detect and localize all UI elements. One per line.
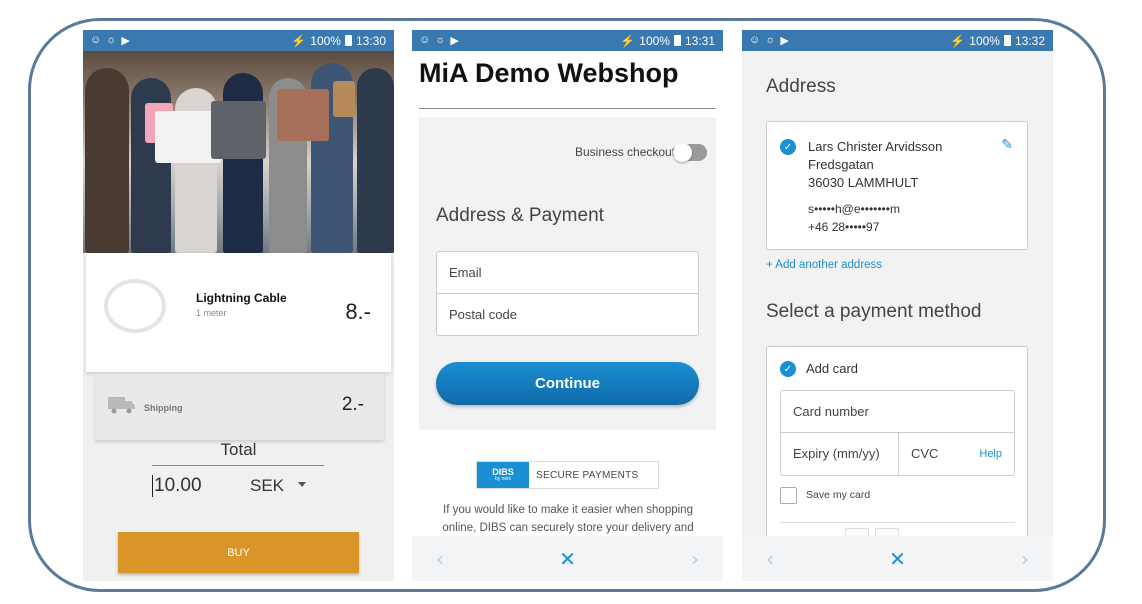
truck-icon xyxy=(108,397,135,414)
phone-cart: ☺ ☼ ▶ ⚡ 100% 13:30 Lightning Cable 1 met… xyxy=(83,30,394,581)
close-icon[interactable]: ✕ xyxy=(889,547,906,571)
save-card-checkbox[interactable] xyxy=(780,487,797,504)
sync-icon: ☼ xyxy=(106,34,117,46)
total-amount-input[interactable]: 10.00 xyxy=(152,475,202,497)
address-card[interactable]: ✓ Lars Christer Arvidsson Fredsgatan 360… xyxy=(766,121,1028,250)
bottom-nav: ‹ ✕ › xyxy=(412,536,723,581)
shop-title: MiA Demo Webshop xyxy=(419,58,679,88)
checkout-panel: Business checkout Address & Payment Emai… xyxy=(419,117,716,430)
forward-arrow-icon[interactable]: › xyxy=(1021,547,1029,571)
signal-icon: ⚡ xyxy=(291,33,307,48)
battery-icon xyxy=(1003,35,1011,46)
buy-button[interactable]: BUY xyxy=(118,532,359,573)
expiry-field[interactable]: Expiry (mm/yy) xyxy=(781,433,899,475)
dibs-info: DIBS by nets SECURE PAYMENTS If you woul… xyxy=(419,432,716,542)
notification-icons: ☺ ☼ ▶ xyxy=(419,34,459,47)
card-divider xyxy=(780,522,1015,523)
shipping-label: Shipping xyxy=(144,403,183,413)
secure-payments-badge: DIBS by nets SECURE PAYMENTS xyxy=(476,461,659,489)
business-checkout-label: Business checkout xyxy=(575,145,676,159)
total-divider xyxy=(152,465,324,466)
back-arrow-icon[interactable]: ‹ xyxy=(436,547,444,571)
play-icon: ▶ xyxy=(780,35,789,47)
toggle-knob xyxy=(673,143,692,162)
address-title: Address xyxy=(766,76,836,97)
edit-pencil-icon[interactable]: ✎ xyxy=(1001,137,1013,153)
signal-icon: ⚡ xyxy=(950,33,966,48)
clock: 13:30 xyxy=(355,33,386,48)
section-title: Address & Payment xyxy=(436,205,604,226)
payment-method-card: ✓ Add card Card number Expiry (mm/yy) CV… xyxy=(766,346,1028,546)
product-price: 8.- xyxy=(345,299,371,324)
address-name: Lars Christer Arvidsson xyxy=(808,139,943,154)
battery-percent: 100% xyxy=(969,33,1000,48)
notification-icons: ☺ ☼ ▶ xyxy=(749,34,789,47)
currency-select[interactable]: SEK xyxy=(250,476,284,496)
dibs-description: If you would like to make it easier when… xyxy=(442,504,694,534)
battery-icon xyxy=(344,35,352,46)
address-street: Fredsgatan xyxy=(808,157,874,172)
status-bar: ☺ ☼ ▶ ⚡ 100% 13:30 xyxy=(83,30,394,51)
card-number-field[interactable]: Card number xyxy=(781,391,1014,433)
clock: 13:31 xyxy=(684,33,715,48)
dropdown-caret-icon[interactable] xyxy=(298,482,306,487)
check-icon: ✓ xyxy=(780,139,796,155)
bottom-nav: ‹ ✕ › xyxy=(742,536,1053,581)
shipping-card: Shipping 2.- xyxy=(95,374,384,440)
sync-icon: ☼ xyxy=(435,34,446,46)
add-card-label: Add card xyxy=(806,361,859,376)
postal-code-field[interactable]: Postal code xyxy=(437,294,698,336)
cvc-help-link[interactable]: Help xyxy=(979,448,1002,460)
payment-method-title: Select a payment method xyxy=(766,301,982,322)
product-card[interactable]: Lightning Cable 1 meter 8.- xyxy=(86,253,391,372)
clock: 13:32 xyxy=(1014,33,1045,48)
address-city: 36030 LAMMHULT xyxy=(808,175,919,190)
product-subtitle: 1 meter xyxy=(196,308,227,318)
status-bar: ☺ ☼ ▶ ⚡ 100% 13:31 xyxy=(412,30,723,51)
battery-icon xyxy=(673,35,681,46)
check-icon[interactable]: ✓ xyxy=(780,361,796,377)
sync-icon: ☼ xyxy=(765,34,776,46)
battery-percent: 100% xyxy=(310,33,341,48)
title-divider xyxy=(419,108,716,109)
close-icon[interactable]: ✕ xyxy=(559,547,576,571)
phone-checkout: ☺ ☼ ▶ ⚡ 100% 13:31 MiA Demo Webshop Busi… xyxy=(412,30,723,581)
back-arrow-icon[interactable]: ‹ xyxy=(766,547,774,571)
card-fields: Card number Expiry (mm/yy) CVC Help xyxy=(780,390,1015,476)
cable-image xyxy=(104,279,166,333)
address-input-group: Email Postal code xyxy=(436,251,699,336)
business-checkout-toggle[interactable] xyxy=(673,143,707,162)
address-phone: +46 28•••••97 xyxy=(808,220,880,234)
secure-payments-label: SECURE PAYMENTS xyxy=(536,469,639,481)
play-icon: ▶ xyxy=(121,35,130,47)
email-field[interactable]: Email xyxy=(437,252,698,294)
add-address-link[interactable]: + Add another address xyxy=(766,259,882,271)
product-name: Lightning Cable xyxy=(196,291,287,305)
signal-icon: ⚡ xyxy=(620,33,636,48)
save-card-label: Save my card xyxy=(806,489,871,501)
address-email: s•••••h@e•••••••m xyxy=(808,202,900,216)
phone-payment: ☺ ☼ ▶ ⚡ 100% 13:32 Address ✓ Lars Christ… xyxy=(742,30,1053,581)
total-label: Total xyxy=(220,440,257,459)
continue-button[interactable]: Continue xyxy=(436,362,699,405)
status-bar: ☺ ☼ ▶ ⚡ 100% 13:32 xyxy=(742,30,1053,51)
forward-arrow-icon[interactable]: › xyxy=(691,547,699,571)
play-icon: ▶ xyxy=(450,35,459,47)
account-icon: ☺ xyxy=(90,34,102,46)
shopping-hero-image xyxy=(83,51,394,253)
notification-icons: ☺ ☼ ▶ xyxy=(90,34,130,47)
dibs-logo: DIBS by nets xyxy=(477,462,529,488)
cvc-field[interactable]: CVC Help xyxy=(899,433,1014,475)
account-icon: ☺ xyxy=(749,34,761,46)
account-icon: ☺ xyxy=(419,34,431,46)
battery-percent: 100% xyxy=(639,33,670,48)
shipping-price: 2.- xyxy=(341,394,364,415)
cvc-label: CVC xyxy=(911,446,939,461)
